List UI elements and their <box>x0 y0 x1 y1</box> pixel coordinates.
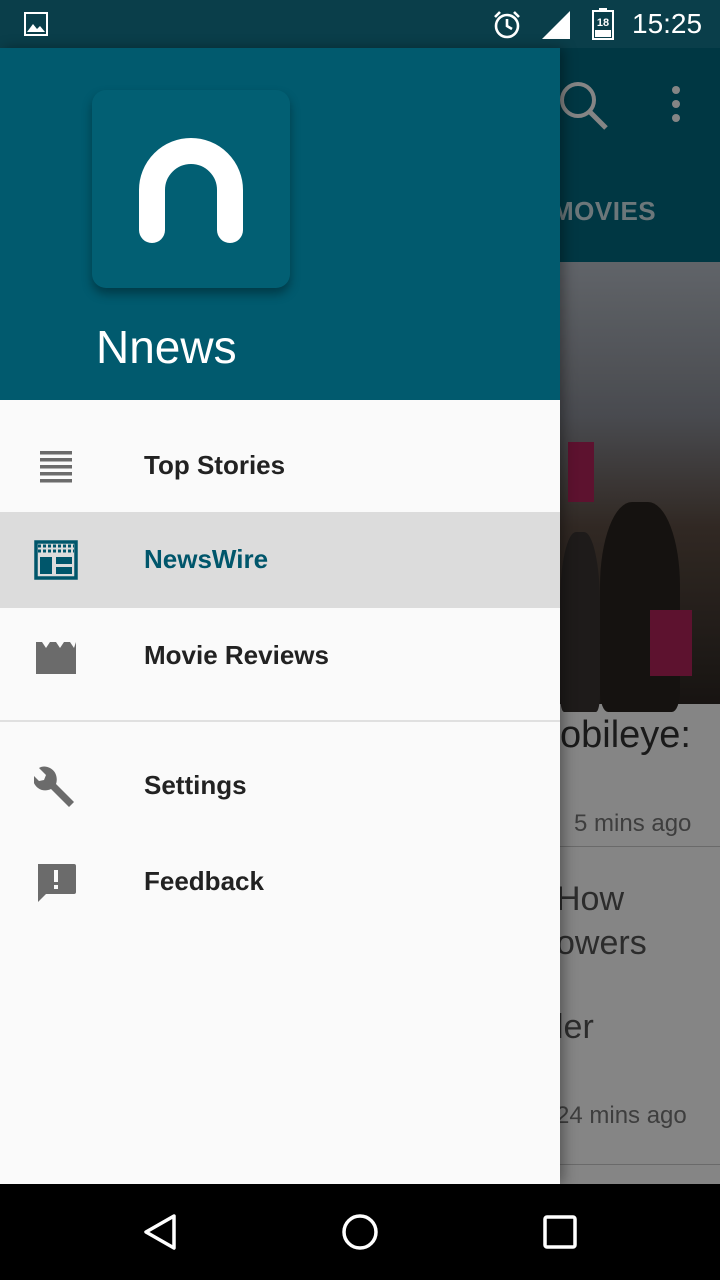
signal-icon <box>542 11 570 39</box>
image-icon <box>24 12 48 36</box>
list-icon <box>40 451 72 483</box>
feedback-icon <box>38 864 76 902</box>
drawer-item-label: NewsWire <box>144 544 269 574</box>
clock-time: 15:25 <box>632 8 703 39</box>
wrench-icon <box>34 766 74 807</box>
movie-icon <box>36 642 76 674</box>
system-nav-bar <box>0 1184 720 1280</box>
drawer-item-label: Feedback <box>144 866 264 896</box>
app-logo <box>92 90 290 288</box>
battery-level: 18 <box>597 17 609 29</box>
drawer-item-label: Movie Reviews <box>144 640 329 670</box>
drawer-item-top-stories[interactable]: Top Stories <box>0 418 560 514</box>
back-icon[interactable] <box>140 1212 180 1252</box>
drawer-item-settings[interactable]: Settings <box>0 738 560 834</box>
drawer-divider <box>0 720 560 722</box>
drawer-item-label: Top Stories <box>144 450 286 480</box>
recents-icon[interactable] <box>540 1212 580 1252</box>
battery-icon: 18 <box>592 8 614 40</box>
logo-n-icon <box>139 138 243 243</box>
drawer-item-label: Settings <box>144 770 247 800</box>
navigation-drawer: Nnews Top Stories NewsWire Movie Reviews <box>0 48 560 1184</box>
home-icon[interactable] <box>340 1212 380 1252</box>
app-name: Nnews <box>96 321 237 373</box>
drawer-item-newswire[interactable]: NewsWire <box>0 512 560 608</box>
drawer-header: Nnews <box>0 48 560 400</box>
alarm-icon <box>494 11 520 39</box>
newspaper-icon <box>34 540 78 580</box>
drawer-item-movie-reviews[interactable]: Movie Reviews <box>0 608 560 704</box>
drawer-item-feedback[interactable]: Feedback <box>0 834 560 930</box>
status-bar: 18 15:25 <box>0 0 720 48</box>
